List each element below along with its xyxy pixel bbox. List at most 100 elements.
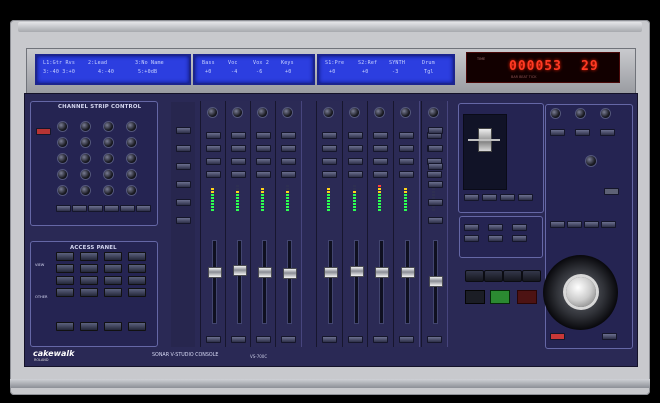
channel-function-button[interactable] — [231, 145, 246, 152]
access-panel-button[interactable] — [80, 276, 98, 285]
channel-control-knob[interactable] — [104, 154, 113, 163]
left-column-button[interactable] — [176, 163, 191, 170]
channel-function-button[interactable] — [206, 158, 221, 165]
channel-pan-knob[interactable] — [258, 108, 267, 117]
aux-send-button[interactable] — [600, 129, 615, 136]
channel-function-button[interactable] — [348, 171, 363, 178]
channel-control-knob[interactable] — [104, 186, 113, 195]
channel-select-button[interactable] — [281, 336, 296, 343]
channel-fader[interactable] — [233, 264, 247, 276]
channel-function-button[interactable] — [427, 171, 442, 178]
channel-function-button[interactable] — [231, 158, 246, 165]
access-panel-button[interactable] — [104, 288, 122, 297]
channel-pan-knob[interactable] — [401, 108, 410, 117]
channel-function-button[interactable] — [231, 132, 246, 139]
pan-joystick-knob[interactable] — [586, 156, 596, 166]
channel-pan-knob[interactable] — [375, 108, 384, 117]
channel-control-knob[interactable] — [81, 170, 90, 179]
channel-select-button[interactable] — [322, 336, 337, 343]
channel-control-button[interactable] — [88, 205, 103, 212]
channel-function-button[interactable] — [256, 158, 271, 165]
channel-function-button[interactable] — [281, 132, 296, 139]
channel-control-knob[interactable] — [127, 122, 136, 131]
transport-small-button[interactable] — [512, 224, 527, 231]
access-panel-bottom-button[interactable] — [80, 322, 98, 331]
transport-small-button[interactable] — [488, 224, 503, 231]
channel-function-button[interactable] — [256, 145, 271, 152]
left-column-button[interactable] — [176, 217, 191, 224]
access-panel-button[interactable] — [56, 264, 74, 273]
channel-control-knob[interactable] — [127, 170, 136, 179]
channel-control-knob[interactable] — [58, 154, 67, 163]
access-panel-bottom-button[interactable] — [56, 322, 74, 331]
channel-pan-knob[interactable] — [324, 108, 333, 117]
automation-button[interactable] — [464, 194, 479, 201]
transport-button[interactable] — [522, 270, 541, 282]
channel-function-button[interactable] — [399, 132, 414, 139]
channel-function-button[interactable] — [322, 145, 337, 152]
channel-function-button[interactable] — [399, 171, 414, 178]
right-column-button[interactable] — [428, 127, 443, 134]
transport-small-button[interactable] — [512, 235, 527, 242]
access-panel-button[interactable] — [56, 252, 74, 261]
access-panel-bottom-button[interactable] — [128, 322, 146, 331]
channel-pan-knob[interactable] — [350, 108, 359, 117]
channel-pan-knob[interactable] — [208, 108, 217, 117]
channel-control-knob[interactable] — [104, 170, 113, 179]
aux-send-button[interactable] — [550, 129, 565, 136]
channel-function-button[interactable] — [256, 132, 271, 139]
channel-select-button[interactable] — [373, 336, 388, 343]
channel-control-knob[interactable] — [127, 154, 136, 163]
sel-button[interactable] — [602, 333, 617, 340]
channel-function-button[interactable] — [206, 132, 221, 139]
channel-pan-knob[interactable] — [429, 108, 438, 117]
access-panel-bottom-button[interactable] — [104, 322, 122, 331]
channel-control-knob[interactable] — [104, 122, 113, 131]
channel-function-button[interactable] — [348, 158, 363, 165]
channel-fader[interactable] — [324, 267, 338, 279]
channel-function-button[interactable] — [322, 132, 337, 139]
right-column-button[interactable] — [428, 181, 443, 188]
transport-button[interactable] — [503, 270, 522, 282]
channel-fader[interactable] — [208, 266, 222, 278]
automation-button[interactable] — [518, 194, 533, 201]
channel-function-button[interactable] — [348, 132, 363, 139]
channel-function-button[interactable] — [206, 145, 221, 152]
channel-control-button[interactable] — [56, 205, 71, 212]
channel-fader[interactable] — [375, 266, 389, 278]
channel-control-knob[interactable] — [81, 154, 90, 163]
channel-control-button[interactable] — [136, 205, 151, 212]
channel-select-button[interactable] — [256, 336, 271, 343]
left-column-button[interactable] — [176, 127, 191, 134]
access-panel-button[interactable] — [80, 252, 98, 261]
channel-function-button[interactable] — [281, 158, 296, 165]
channel-function-button[interactable] — [373, 158, 388, 165]
channel-select-button[interactable] — [427, 336, 442, 343]
bank-button[interactable] — [584, 221, 599, 228]
channel-control-knob[interactable] — [81, 186, 90, 195]
channel-control-knob[interactable] — [81, 122, 90, 131]
channel-function-button[interactable] — [206, 171, 221, 178]
channel-function-button[interactable] — [322, 158, 337, 165]
channel-function-button[interactable] — [373, 171, 388, 178]
channel-control-button[interactable] — [104, 205, 119, 212]
access-panel-button[interactable] — [56, 288, 74, 297]
right-column-button[interactable] — [428, 163, 443, 170]
left-column-button[interactable] — [176, 181, 191, 188]
transport-play-button[interactable] — [490, 290, 510, 304]
aux-send-button[interactable] — [575, 129, 590, 136]
channel-control-knob[interactable] — [104, 138, 113, 147]
channel-function-button[interactable] — [348, 145, 363, 152]
channel-pan-knob[interactable] — [283, 108, 292, 117]
channel-function-button[interactable] — [256, 171, 271, 178]
right-column-button[interactable] — [428, 217, 443, 224]
access-panel-button[interactable] — [104, 264, 122, 273]
access-panel-button[interactable] — [128, 264, 146, 273]
channel-pan-knob[interactable] — [233, 108, 242, 117]
channel-select-button[interactable] — [399, 336, 414, 343]
transport-button[interactable] — [465, 270, 484, 282]
channel-control-knob[interactable] — [127, 186, 136, 195]
channel-function-button[interactable] — [281, 171, 296, 178]
channel-control-knob[interactable] — [58, 122, 67, 131]
channel-control-knob[interactable] — [81, 138, 90, 147]
